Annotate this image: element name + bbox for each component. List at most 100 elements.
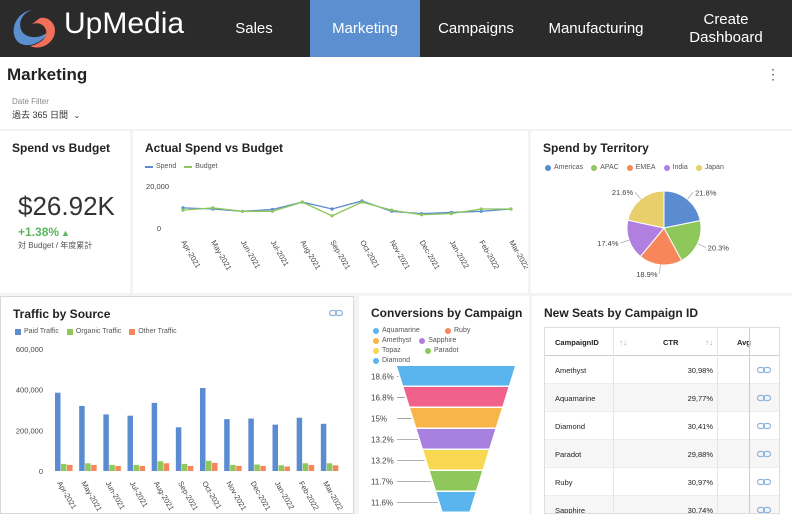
- sort-icon[interactable]: ↑↓: [705, 328, 713, 356]
- table-row[interactable]: Ruby 30,97%: [545, 468, 779, 496]
- nav-sales[interactable]: Sales: [206, 0, 302, 57]
- more-options-icon[interactable]: ⋮: [766, 66, 780, 83]
- data-point[interactable]: [270, 209, 275, 213]
- leader-line: [687, 192, 694, 200]
- nav-campaigns[interactable]: Campaigns: [424, 0, 528, 57]
- series-line-budget: [182, 201, 511, 217]
- funnel-segment[interactable]: [397, 366, 515, 386]
- bar-paid-traffic[interactable]: [224, 419, 230, 471]
- bar-other-traffic[interactable]: [212, 462, 218, 471]
- brand-name: UpMedia: [64, 7, 185, 40]
- date-filter-dropdown[interactable]: 過去 365 日間 ⌄: [12, 108, 80, 121]
- bar-paid-traffic[interactable]: [151, 402, 158, 471]
- data-point[interactable]: [479, 207, 483, 211]
- cell-campaign-id: Sapphire: [555, 505, 586, 514]
- bar-paid-traffic[interactable]: [272, 424, 279, 471]
- data-point[interactable]: [509, 207, 513, 211]
- funnel-label: 18.6%: [371, 373, 394, 382]
- x-tick-label: Oct-2021: [358, 239, 381, 270]
- bar-other-traffic[interactable]: [332, 465, 339, 471]
- bar-organic-traffic[interactable]: [157, 461, 164, 471]
- bar-other-traffic[interactable]: [139, 465, 146, 471]
- x-tick-label: Mar-2022: [507, 239, 528, 271]
- bar-other-traffic[interactable]: [236, 465, 242, 471]
- column-header-ctr[interactable]: CTR: [663, 328, 678, 356]
- table-row[interactable]: Amethyst 30,98%: [545, 356, 779, 384]
- bar-organic-traffic[interactable]: [109, 464, 115, 471]
- bar-other-traffic[interactable]: [115, 465, 121, 471]
- bar-other-traffic[interactable]: [308, 464, 315, 471]
- nav-marketing[interactable]: Marketing: [310, 0, 420, 57]
- bar-organic-traffic[interactable]: [230, 464, 236, 471]
- bar-paid-traffic[interactable]: [175, 427, 182, 471]
- sort-icon[interactable]: ↑↓: [619, 328, 627, 356]
- bar-organic-traffic[interactable]: [85, 463, 91, 471]
- link-icon[interactable]: [757, 384, 771, 412]
- data-point[interactable]: [211, 206, 215, 210]
- table-row[interactable]: Diamond 30,41%: [545, 412, 779, 440]
- funnel-segment[interactable]: [416, 429, 496, 449]
- bar-other-traffic[interactable]: [284, 466, 291, 471]
- bar-paid-traffic[interactable]: [79, 405, 85, 471]
- link-icon[interactable]: [757, 496, 771, 513]
- traffic-by-source-card: Traffic by Source Paid Traffic Organic Tr…: [0, 296, 354, 514]
- bar-other-traffic[interactable]: [91, 464, 97, 471]
- bar-organic-traffic[interactable]: [278, 465, 285, 471]
- nav-manufacturing[interactable]: Manufacturing: [536, 0, 656, 57]
- bar-other-traffic[interactable]: [260, 465, 266, 471]
- bar-organic-traffic[interactable]: [326, 463, 333, 471]
- legend-swatch: [663, 164, 670, 171]
- funnel-segment[interactable]: [410, 408, 502, 428]
- bar-organic-traffic[interactable]: [133, 464, 140, 471]
- funnel-segment[interactable]: [436, 492, 476, 512]
- funnel-segment[interactable]: [403, 387, 509, 407]
- bar-other-traffic[interactable]: [187, 465, 194, 471]
- bar-other-traffic[interactable]: [67, 464, 73, 471]
- kpi-delta: +1.38% ▲: [18, 225, 70, 239]
- funnel-segment[interactable]: [423, 450, 489, 470]
- link-icon[interactable]: [757, 468, 771, 496]
- data-point[interactable]: [419, 213, 424, 217]
- cell-ctr: 30,97%: [687, 477, 713, 487]
- column-header-campaignid[interactable]: CampaignID: [555, 328, 599, 356]
- bar-organic-traffic[interactable]: [254, 464, 260, 471]
- bar-organic-traffic[interactable]: [206, 460, 212, 471]
- data-point[interactable]: [330, 214, 334, 218]
- table-row[interactable]: Aquamarine 29,77%: [545, 384, 779, 412]
- chevron-down-icon: ⌄: [73, 111, 81, 120]
- x-tick-label: Aug-2021: [299, 239, 323, 272]
- x-tick-label: Sep-2021: [328, 239, 352, 272]
- funnel-segment[interactable]: [429, 471, 483, 491]
- leader-line: [634, 192, 642, 200]
- bar-organic-traffic[interactable]: [302, 463, 309, 471]
- data-point[interactable]: [181, 208, 185, 212]
- table-row[interactable]: Paradot 29,88%: [545, 440, 779, 468]
- column-divider: [717, 328, 718, 513]
- data-point[interactable]: [300, 200, 304, 204]
- data-point[interactable]: [390, 208, 394, 212]
- data-point[interactable]: [241, 209, 245, 213]
- bar-other-traffic[interactable]: [163, 463, 170, 471]
- bar-paid-traffic[interactable]: [296, 417, 303, 471]
- bar-paid-traffic[interactable]: [127, 415, 134, 471]
- bar-paid-traffic[interactable]: [248, 418, 254, 471]
- bar-organic-traffic[interactable]: [181, 463, 188, 471]
- nav-create-dashboard[interactable]: Create Dashboard: [676, 0, 776, 57]
- data-point[interactable]: [360, 200, 364, 204]
- chart-legend: Americas APAC EMEA India Japan: [545, 164, 785, 174]
- link-icon[interactable]: [757, 440, 771, 468]
- link-icon[interactable]: [757, 412, 771, 440]
- link-icon[interactable]: [757, 356, 771, 384]
- legend-item: Organic Traffic: [66, 328, 121, 335]
- bar-paid-traffic[interactable]: [320, 423, 327, 471]
- funnel-label: 13.2%: [371, 457, 394, 466]
- x-tick-label: Nov-2021: [388, 239, 412, 272]
- table-row[interactable]: Sapphire 30,74%: [545, 496, 779, 514]
- bar-paid-traffic[interactable]: [103, 414, 109, 471]
- link-icon[interactable]: [329, 309, 343, 317]
- bar-organic-traffic[interactable]: [61, 463, 67, 471]
- data-point[interactable]: [330, 207, 334, 211]
- bar-paid-traffic[interactable]: [200, 388, 206, 471]
- data-point[interactable]: [449, 212, 453, 216]
- bar-paid-traffic[interactable]: [55, 392, 61, 471]
